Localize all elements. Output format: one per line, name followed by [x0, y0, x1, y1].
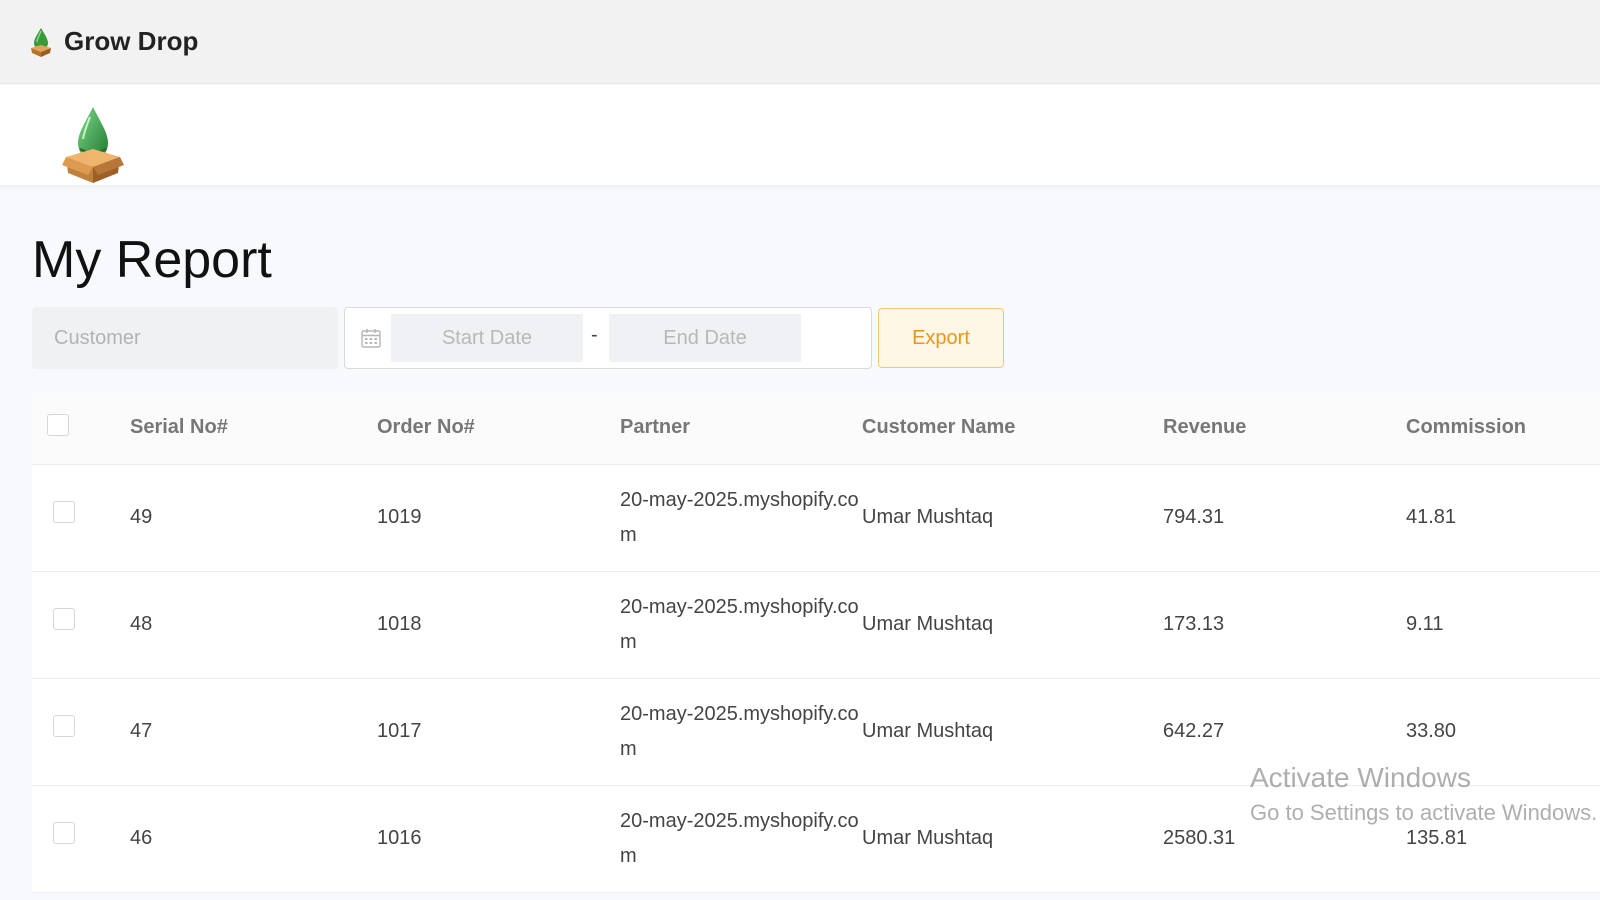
row-checkbox[interactable] — [53, 715, 75, 737]
commission-cell: 41.81 — [1406, 464, 1600, 572]
filters-bar: - Export — [32, 307, 1004, 369]
header-order-no[interactable]: Order No# — [377, 392, 620, 465]
watermark-title: Activate Windows — [1250, 762, 1471, 793]
logo-bar — [0, 85, 1600, 185]
partner-cell: 20-may-2025.myshopify.com — [620, 785, 862, 893]
watermark-subtitle: Go to Settings to activate Windows. — [1250, 800, 1598, 825]
serial-cell: 46 — [130, 785, 377, 893]
row-checkbox[interactable] — [53, 608, 75, 630]
header-revenue[interactable]: Revenue — [1163, 392, 1406, 465]
header-select-all-cell — [32, 392, 130, 465]
grow-drop-logo-icon — [31, 27, 51, 57]
app-titlebar: Grow Drop — [0, 0, 1600, 84]
app-title: Grow Drop — [64, 26, 199, 56]
header-serial-no[interactable]: Serial No# — [130, 392, 377, 465]
table-row[interactable]: 49 1019 20-may-2025.myshopify.com Umar M… — [32, 464, 1600, 572]
row-checkbox-cell — [32, 464, 130, 572]
serial-cell: 47 — [130, 678, 377, 786]
select-all-checkbox[interactable] — [47, 413, 69, 436]
date-separator: - — [591, 324, 598, 346]
revenue-cell: 794.31 — [1163, 464, 1406, 572]
table-row[interactable]: 48 1018 20-may-2025.myshopify.com Umar M… — [32, 571, 1600, 679]
page-title: My Report — [32, 231, 272, 289]
end-date-input[interactable] — [609, 314, 801, 362]
customer-cell: Umar Mushtaq — [862, 464, 1163, 572]
revenue-cell: 173.13 — [1163, 571, 1406, 679]
customer-search-input[interactable] — [32, 307, 338, 369]
start-date-input[interactable] — [391, 314, 583, 362]
order-cell: 1018 — [377, 571, 620, 679]
table-header-row: Serial No# Order No# Partner Customer Na… — [32, 392, 1600, 465]
order-cell: 1016 — [377, 785, 620, 893]
serial-cell: 49 — [130, 464, 377, 572]
row-checkbox[interactable] — [53, 822, 75, 844]
commission-cell: 9.11 — [1406, 571, 1600, 679]
export-button[interactable]: Export — [878, 308, 1004, 368]
partner-cell: 20-may-2025.myshopify.com — [620, 464, 862, 572]
order-cell: 1017 — [377, 678, 620, 786]
row-checkbox-cell — [32, 785, 130, 893]
customer-cell: Umar Mushtaq — [862, 785, 1163, 893]
customer-cell: Umar Mushtaq — [862, 678, 1163, 786]
partner-cell: 20-may-2025.myshopify.com — [620, 678, 862, 786]
order-cell: 1019 — [377, 464, 620, 572]
row-checkbox-cell — [32, 571, 130, 679]
row-checkbox-cell — [32, 678, 130, 786]
grow-drop-logo[interactable] — [60, 105, 126, 185]
row-checkbox[interactable] — [53, 501, 75, 523]
serial-cell: 48 — [130, 571, 377, 679]
header-commission[interactable]: Commission — [1406, 392, 1600, 465]
header-customer-name[interactable]: Customer Name — [862, 392, 1163, 465]
customer-cell: Umar Mushtaq — [862, 571, 1163, 679]
header-partner[interactable]: Partner — [620, 392, 862, 465]
calendar-icon — [361, 329, 381, 348]
activate-windows-watermark: Activate Windows Go to Settings to activ… — [1250, 762, 1597, 826]
partner-cell: 20-may-2025.myshopify.com — [620, 571, 862, 679]
date-range-picker[interactable]: - — [344, 307, 872, 369]
